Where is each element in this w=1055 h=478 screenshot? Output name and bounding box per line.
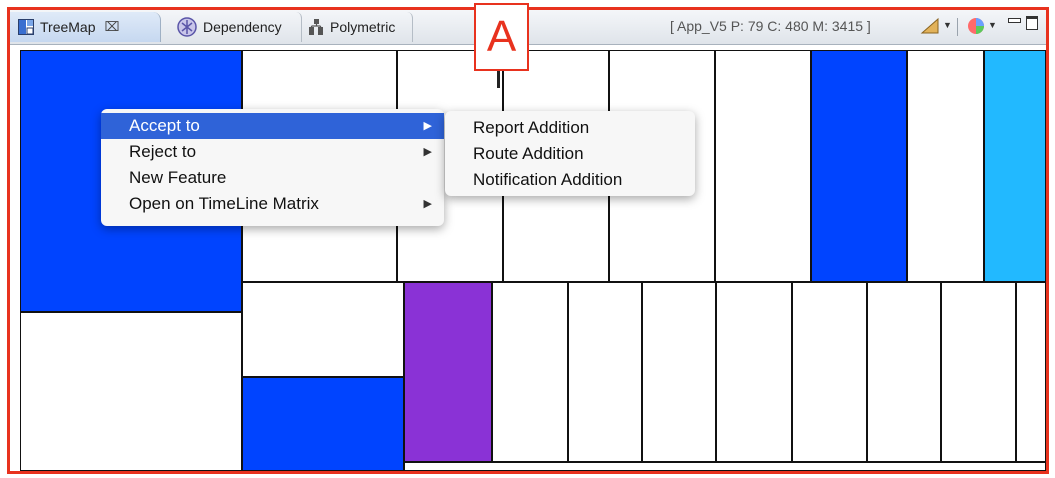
tab-dependency[interactable]: Dependency xyxy=(165,12,302,42)
menu-item-label: Reject to xyxy=(129,142,197,161)
menu-item-label: Accept to xyxy=(129,116,200,135)
submenu-arrow-icon: ▶ xyxy=(423,146,432,158)
treemap-cell[interactable] xyxy=(907,50,984,282)
tab-polymetric[interactable]: Polymetric xyxy=(302,12,413,42)
minimize-icon[interactable] xyxy=(1008,18,1021,23)
submenu-arrow-icon: ▶ xyxy=(423,198,432,210)
treemap-cell[interactable] xyxy=(404,462,1046,471)
submenu-item-report-addition[interactable]: Report Addition xyxy=(445,115,695,141)
project-metrics-status: [ App_V5 P: 79 C: 480 M: 3415 ] xyxy=(670,18,871,34)
treemap-icon xyxy=(18,19,34,35)
ruler-tool-icon[interactable] xyxy=(920,17,940,40)
menu-item-open-timeline-matrix[interactable]: Open on TimeLine Matrix ▶ xyxy=(101,191,444,217)
menu-item-new-feature[interactable]: New Feature xyxy=(101,165,444,191)
submenu-item-route-addition[interactable]: Route Addition xyxy=(445,141,695,167)
accept-to-submenu: Report Addition Route Addition Notificat… xyxy=(445,111,695,196)
dependency-icon xyxy=(177,17,197,37)
treemap-cell[interactable] xyxy=(1016,282,1046,462)
annotation-label-a: A xyxy=(474,3,529,71)
toolbar-separator xyxy=(957,18,958,36)
treemap-view: TreeMap ⌧ Dependency Polymetric [ App_V5… xyxy=(7,7,1049,474)
annotation-pointer-line xyxy=(497,70,500,88)
treemap-cell[interactable] xyxy=(404,282,492,462)
context-menu: Accept to ▶ Reject to ▶ New Feature Open… xyxy=(101,109,444,226)
treemap-cell[interactable] xyxy=(984,50,1046,282)
menu-item-reject-to[interactable]: Reject to ▶ xyxy=(101,139,444,165)
tab-treemap-label: TreeMap xyxy=(40,19,96,35)
treemap-cell[interactable] xyxy=(20,312,242,471)
treemap-cell[interactable] xyxy=(642,282,716,462)
treemap-cell[interactable] xyxy=(242,282,404,377)
color-scheme-icon[interactable] xyxy=(967,17,985,40)
treemap-cell[interactable] xyxy=(242,377,404,471)
tab-polymetric-label: Polymetric xyxy=(330,19,396,35)
close-tab-icon[interactable]: ⌧ xyxy=(105,19,120,35)
treemap-cell[interactable] xyxy=(867,282,941,462)
treemap-cell[interactable] xyxy=(811,50,907,282)
submenu-item-notification-addition[interactable]: Notification Addition xyxy=(445,167,695,193)
polymetric-icon xyxy=(308,18,324,36)
treemap-cell[interactable] xyxy=(941,282,1016,462)
tab-treemap[interactable]: TreeMap ⌧ xyxy=(10,12,161,42)
ruler-dropdown-icon[interactable]: ▼ xyxy=(943,20,952,30)
treemap-cell[interactable] xyxy=(792,282,867,462)
submenu-arrow-icon: ▶ xyxy=(423,120,432,132)
treemap-cell[interactable] xyxy=(568,282,642,462)
maximize-icon[interactable] xyxy=(1026,16,1038,30)
menu-item-accept-to[interactable]: Accept to ▶ xyxy=(101,113,444,139)
treemap-cell[interactable] xyxy=(716,282,792,462)
menu-item-label: Open on TimeLine Matrix xyxy=(129,194,319,213)
tab-dependency-label: Dependency xyxy=(203,19,282,35)
treemap-cell[interactable] xyxy=(715,50,811,282)
color-scheme-dropdown-icon[interactable]: ▼ xyxy=(988,20,997,30)
menu-item-label: New Feature xyxy=(129,168,227,187)
treemap-cell[interactable] xyxy=(492,282,568,462)
